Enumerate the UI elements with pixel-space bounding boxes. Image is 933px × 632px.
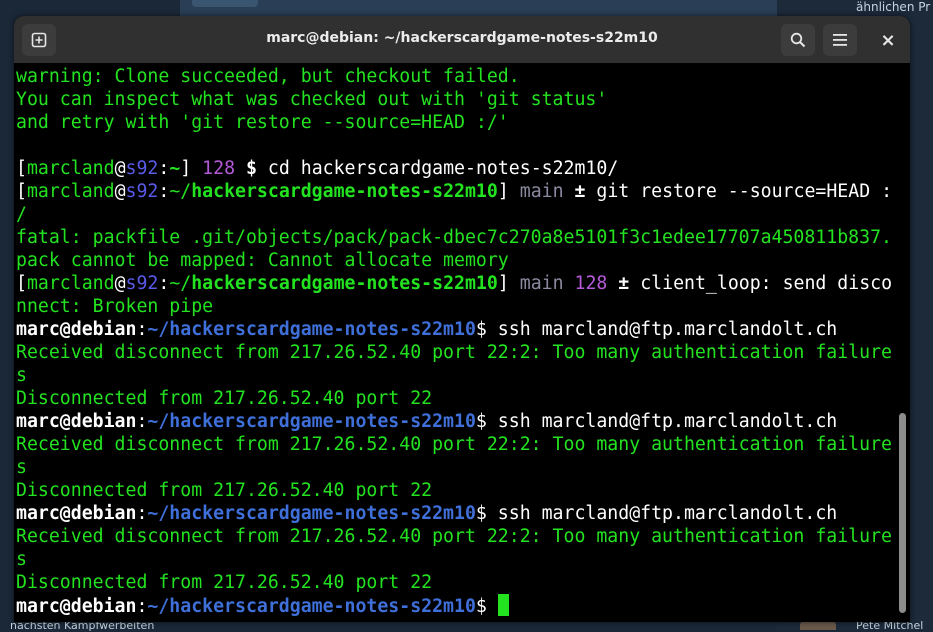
prompt-at: @ — [114, 181, 126, 202]
terminal-line: fatal: packfile .git/objects/pack/pack-d… — [16, 227, 892, 248]
terminal-line: Received disconnect from 217.26.52.40 po… — [16, 342, 892, 363]
prompt-bracket: ] — [180, 158, 192, 179]
prompt-bracket: [ — [16, 181, 27, 202]
terminal-line: / — [16, 204, 27, 225]
command: ssh marcland@ftp.marclandolt.ch — [486, 503, 838, 524]
exit-code: 128 — [563, 273, 608, 294]
prompt-colon: : — [136, 503, 148, 524]
prompt-bracket: ] — [497, 181, 509, 202]
prompt-dollar: $ — [475, 596, 487, 617]
prompt-path-dir: hackerscardgame-notes-s22m10 — [191, 181, 498, 202]
prompt-colon: : — [158, 273, 170, 294]
terminal-line: marc@debian:~/hackerscardgame-notes-s22m… — [16, 410, 837, 433]
command: client_loop: send disco — [629, 273, 893, 294]
prompt-bracket: [ — [16, 273, 27, 294]
prompt-path: ~/ — [169, 273, 192, 294]
prompt-host: s92 — [125, 181, 159, 202]
terminal-line: You can inspect what was checked out wit… — [16, 89, 608, 110]
prompt-user-host: marc@debian — [16, 596, 137, 617]
prompt-user-host: marc@debian — [16, 319, 137, 340]
terminal-line: Disconnected from 217.26.52.40 port 22 — [16, 388, 433, 409]
search-icon — [790, 32, 806, 48]
search-button[interactable] — [781, 24, 815, 56]
terminal-line: s — [16, 365, 27, 386]
terminal-line: [marcland@s92:~] 128 $ cd hackerscardgam… — [16, 157, 618, 180]
prompt-dollar: $ — [475, 503, 487, 524]
prompt-path-dir: hackerscardgame-notes-s22m10 — [191, 273, 498, 294]
bg-text: ähnlichen Pr — [856, 0, 931, 14]
command: git restore --source=HEAD : — [585, 181, 893, 202]
prompt-path: ~/hackerscardgame-notes-s22m10 — [147, 503, 476, 524]
hamburger-menu-icon — [833, 34, 847, 46]
scrollbar[interactable] — [896, 63, 910, 622]
command: cd hackerscardgame-notes-s22m10/ — [256, 158, 619, 179]
prompt-colon: : — [158, 181, 170, 202]
window-title: marc@debian: ~/hackerscardgame-notes-s22… — [266, 30, 658, 46]
exit-code: 128 — [191, 158, 236, 179]
prompt-path: ~/hackerscardgame-notes-s22m10 — [147, 596, 476, 617]
terminal-window[interactable]: marc@debian: ~/hackerscardgame-notes-s22… — [14, 16, 910, 622]
scrollbar-thumb[interactable] — [899, 413, 906, 613]
terminal-line: and retry with 'git restore --source=HEA… — [16, 112, 509, 133]
prompt-colon: : — [136, 411, 148, 432]
prompt-colon: : — [136, 596, 148, 617]
terminal-line: marc@debian:~/hackerscardgame-notes-s22m… — [16, 318, 837, 341]
git-dirty-marker: ± — [607, 273, 630, 294]
terminal-line: marc@debian:~/hackerscardgame-notes-s22m… — [16, 502, 837, 525]
prompt-user: marcland — [26, 158, 115, 179]
prompt-path: ~/hackerscardgame-notes-s22m10 — [147, 411, 476, 432]
terminal-line: Received disconnect from 217.26.52.40 po… — [16, 434, 892, 455]
background-chip — [192, 0, 258, 7]
close-icon: × — [880, 29, 896, 51]
prompt-user-host: marc@debian — [16, 503, 137, 524]
prompt-user: marcland — [26, 273, 115, 294]
prompt-dollar: $ — [475, 411, 487, 432]
close-button[interactable]: × — [871, 24, 905, 56]
prompt-host: s92 — [125, 273, 159, 294]
prompt-at: @ — [114, 158, 126, 179]
prompt-dollar: $ — [235, 158, 257, 179]
terminal-line: warning: Clone succeeded, but checkout f… — [16, 66, 520, 87]
terminal-input-line[interactable]: marc@debian:~/hackerscardgame-notes-s22m… — [16, 594, 509, 617]
terminal-output[interactable]: warning: Clone succeeded, but checkout f… — [14, 63, 896, 622]
prompt-colon: : — [136, 319, 148, 340]
prompt-bracket: ] — [497, 273, 509, 294]
command: ssh marcland@ftp.marclandolt.ch — [486, 411, 838, 432]
terminal-line: s — [16, 549, 27, 570]
terminal-line: Disconnected from 217.26.52.40 port 22 — [16, 480, 433, 501]
text-cursor — [497, 594, 509, 616]
prompt-path: ~/hackerscardgame-notes-s22m10 — [147, 319, 476, 340]
prompt-dollar: $ — [475, 319, 487, 340]
menu-button[interactable] — [823, 24, 857, 56]
prompt-path: ~/ — [169, 181, 192, 202]
prompt-path: ~ — [169, 158, 181, 179]
terminal-line: [marcland@s92:~/hackerscardgame-notes-s2… — [16, 180, 892, 203]
prompt-at: @ — [114, 273, 126, 294]
terminal-line: s — [16, 457, 27, 478]
git-branch: main — [508, 181, 564, 202]
terminal-line: [marcland@s92:~/hackerscardgame-notes-s2… — [16, 272, 892, 295]
git-branch: main — [508, 273, 564, 294]
prompt-colon: : — [158, 158, 170, 179]
git-dirty-marker: ± — [563, 181, 586, 202]
command: ssh marcland@ftp.marclandolt.ch — [486, 319, 838, 340]
title-bar[interactable]: marc@debian: ~/hackerscardgame-notes-s22… — [14, 16, 910, 63]
terminal-line: nnect: Broken pipe — [16, 296, 214, 317]
prompt-bracket: [ — [16, 158, 27, 179]
prompt-user-host: marc@debian — [16, 411, 137, 432]
prompt-user: marcland — [26, 181, 115, 202]
terminal-line: pack cannot be mapped: Cannot allocate m… — [16, 250, 509, 271]
terminal-line: Disconnected from 217.26.52.40 port 22 — [16, 572, 433, 593]
terminal-line: Received disconnect from 217.26.52.40 po… — [16, 526, 892, 547]
prompt-host: s92 — [125, 158, 159, 179]
